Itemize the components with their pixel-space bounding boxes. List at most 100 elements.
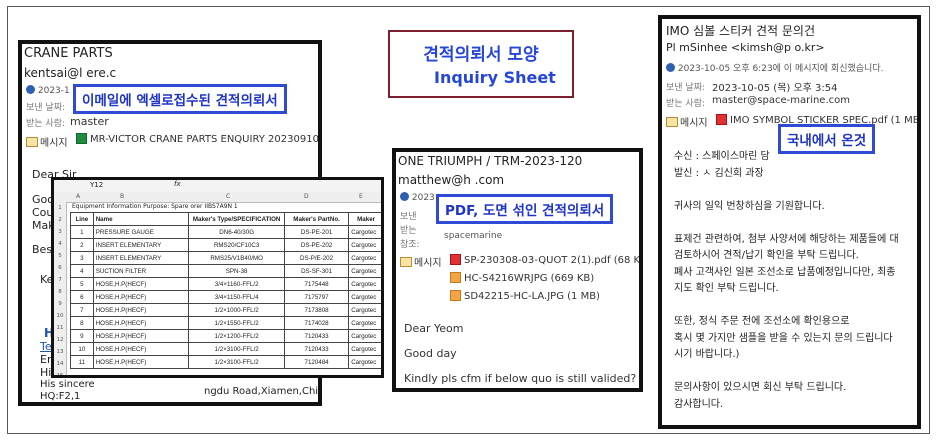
email-date: 2023-1 bbox=[26, 85, 70, 96]
table-cell[interactable]: 7120433 bbox=[283, 329, 350, 343]
table-cell[interactable]: Cargotec bbox=[348, 277, 381, 291]
row-number[interactable]: 7 bbox=[54, 274, 66, 286]
row-number[interactable]: 9 bbox=[54, 298, 66, 310]
table-cell[interactable]: Cargotec bbox=[348, 355, 381, 369]
table-cell[interactable]: 1/2×1550-FFL/2 bbox=[188, 316, 285, 330]
row-number[interactable]: 12 bbox=[54, 334, 66, 346]
table-cell[interactable]: 3/4×1150-FFL/4 bbox=[188, 290, 285, 304]
table-row: 5 HOSE,H.P(HECF) 3/4×1160-FFL/2 7175448 Carg… bbox=[70, 277, 381, 291]
table-cell[interactable]: SUCTION FILTER bbox=[92, 264, 190, 278]
table-cell[interactable]: 11 bbox=[70, 355, 94, 369]
row-number[interactable]: 4 bbox=[54, 238, 66, 250]
row-number[interactable]: 2 bbox=[54, 214, 66, 226]
table-cell[interactable]: Cargotec bbox=[348, 329, 381, 343]
table-cell[interactable]: HOSE,H.P(HECF) bbox=[92, 316, 190, 330]
table-cell[interactable]: DS-PE-201 bbox=[283, 225, 350, 239]
attachment-jpg[interactable]: SD42215-HC-LA.JPG (1 MB) bbox=[450, 290, 600, 302]
body-line: 귀사의 일익 번창하심을 기원합니다. bbox=[674, 200, 825, 212]
table-cell[interactable]: SPN-38 bbox=[188, 264, 285, 278]
table-cell[interactable]: Cargotec bbox=[348, 342, 381, 356]
row-number[interactable]: 15 bbox=[54, 370, 66, 375]
table-cell[interactable]: HOSE,H.P(HECF) bbox=[92, 329, 190, 343]
row-number[interactable]: 11 bbox=[54, 322, 66, 334]
title-box: 견적의뢰서 모양 Inquiry Sheet bbox=[388, 30, 574, 98]
table-cell[interactable]: 7 bbox=[70, 303, 94, 317]
table-cell[interactable]: 1/2×3100-FFL/2 bbox=[188, 355, 285, 369]
envelope-icon bbox=[666, 117, 678, 127]
table-cell[interactable]: DN6-40/30G bbox=[188, 225, 285, 239]
table-cell[interactable]: 1 bbox=[70, 225, 94, 239]
row-number[interactable]: 10 bbox=[54, 310, 66, 322]
table-cell[interactable]: INSERT ELEMENTARY bbox=[92, 251, 190, 265]
message-tab[interactable]: 메시지 bbox=[400, 254, 442, 269]
table-cell[interactable]: PRESSURE GAUGE bbox=[92, 225, 190, 239]
table-cell[interactable]: Cargotec bbox=[348, 251, 381, 265]
table-cell[interactable]: RMS20/CF10C3 bbox=[188, 238, 285, 252]
table-cell[interactable]: 3 bbox=[70, 251, 94, 265]
attachment-jpg[interactable]: HC-S4216WRJPG (669 KB) bbox=[450, 272, 594, 284]
table-row: 1 PRESSURE GAUGE DN6-40/30G DS-PE-201 Cargot… bbox=[70, 225, 381, 239]
body-line: 또한, 정식 주문 전에 조선소에 확인용으로 bbox=[674, 316, 850, 327]
table-cell[interactable]: DS-SF-301 bbox=[283, 264, 350, 278]
table-cell[interactable]: 2 bbox=[70, 238, 94, 252]
column-letter: C bbox=[226, 193, 231, 200]
table-cell[interactable]: 1/2×1200-FFL/2 bbox=[188, 329, 285, 343]
table-cell[interactable]: 1/2×1000-FFL/2 bbox=[188, 303, 285, 317]
row-number[interactable]: 8 bbox=[54, 286, 66, 298]
table-cell[interactable]: HOSE,H.P(HECF) bbox=[92, 290, 190, 304]
table-cell[interactable]: 7175448 bbox=[283, 277, 350, 291]
row-number[interactable]: 3 bbox=[54, 226, 66, 238]
callout-excel-inquiry: 이메일에 엑셀로접수된 견적의뢰서 bbox=[73, 84, 287, 114]
table-cell[interactable]: 7120433 bbox=[283, 342, 350, 356]
table-cell[interactable]: INSERT ELEMENTARY bbox=[92, 238, 190, 252]
table-cell[interactable]: 7175797 bbox=[283, 290, 350, 304]
email-subject: CRANE PARTS bbox=[24, 46, 113, 61]
table-cell[interactable]: 9 bbox=[70, 329, 94, 343]
table-cell[interactable]: 7173808 bbox=[283, 303, 350, 317]
envelope-icon bbox=[400, 257, 412, 267]
row-number[interactable]: 5 bbox=[54, 250, 66, 262]
row-number[interactable]: 6 bbox=[54, 262, 66, 274]
row-numbers: 1 2 3 4 5 6 7 8 9 10 11 12 13 14 15 bbox=[54, 202, 67, 375]
table-cell[interactable]: Cargotec bbox=[348, 290, 381, 304]
column-letters: A B C D E bbox=[54, 192, 381, 203]
table-cell[interactable]: 1/2×3100-FFL/2 bbox=[188, 342, 285, 356]
table-cell[interactable]: Cargotec bbox=[348, 238, 381, 252]
table-cell[interactable]: HOSE,H.P(HECF) bbox=[92, 342, 190, 356]
table-cell[interactable]: 8 bbox=[70, 316, 94, 330]
table-cell[interactable]: HOSE,H.P(HECF) bbox=[92, 303, 190, 317]
table-cell[interactable]: 3/4×1160-FFL/2 bbox=[188, 277, 285, 291]
cc-label: 참조: bbox=[400, 240, 420, 250]
table-cell[interactable]: DS-P/E-202 bbox=[283, 251, 350, 265]
row-number[interactable]: 14 bbox=[54, 358, 66, 370]
column-letter: D bbox=[304, 193, 309, 200]
row-number[interactable]: 1 bbox=[54, 202, 66, 214]
message-tab[interactable]: 메시지 bbox=[26, 134, 68, 149]
table-cell[interactable]: RMS25/V1B40/MO bbox=[188, 251, 285, 265]
table-cell[interactable]: 4 bbox=[70, 264, 94, 278]
signature-address: ngdu Road,Xiamen,China bbox=[204, 386, 322, 397]
table-cell[interactable]: 7174028 bbox=[283, 316, 350, 330]
table-cell[interactable]: HOSE,H.P(HECF) bbox=[92, 355, 190, 369]
table-cell[interactable]: Cargotec bbox=[348, 264, 381, 278]
table-cell[interactable]: 5 bbox=[70, 277, 94, 291]
body-line: Good day bbox=[404, 347, 457, 360]
table-cell[interactable]: DS-PE-202 bbox=[283, 238, 350, 252]
row-number[interactable]: 13 bbox=[54, 346, 66, 358]
attachment-pdf[interactable]: SP-230308-03-QUOT 2(1).pdf (68 KB) bbox=[450, 254, 639, 266]
table-cell[interactable]: 6 bbox=[70, 290, 94, 304]
table-cell[interactable]: 10 bbox=[70, 342, 94, 356]
cell-reference[interactable]: Y12 bbox=[90, 181, 103, 189]
message-tab[interactable]: 메시지 bbox=[666, 114, 708, 129]
signature-line[interactable]: Te bbox=[40, 340, 52, 353]
attachment-xlsx[interactable]: MR-VICTOR CRANE PARTS ENQUIRY 20230910.x… bbox=[76, 133, 318, 145]
table-cell[interactable]: 7120484 bbox=[283, 355, 350, 369]
signature-line: HQ:F2,1 bbox=[40, 391, 81, 402]
table-cell[interactable]: Cargotec bbox=[348, 316, 381, 330]
table-cell[interactable]: HOSE,H.P(HECF) bbox=[92, 277, 190, 291]
table-cell[interactable]: Cargotec bbox=[348, 303, 381, 317]
body-line: 표제건 관련하여, 첨부 사양서에 해당하는 제품들에 대 bbox=[674, 233, 899, 245]
title-english: Inquiry Sheet bbox=[434, 68, 556, 87]
table-cell[interactable]: Cargotec bbox=[348, 225, 381, 239]
column-letter: B bbox=[120, 193, 125, 200]
